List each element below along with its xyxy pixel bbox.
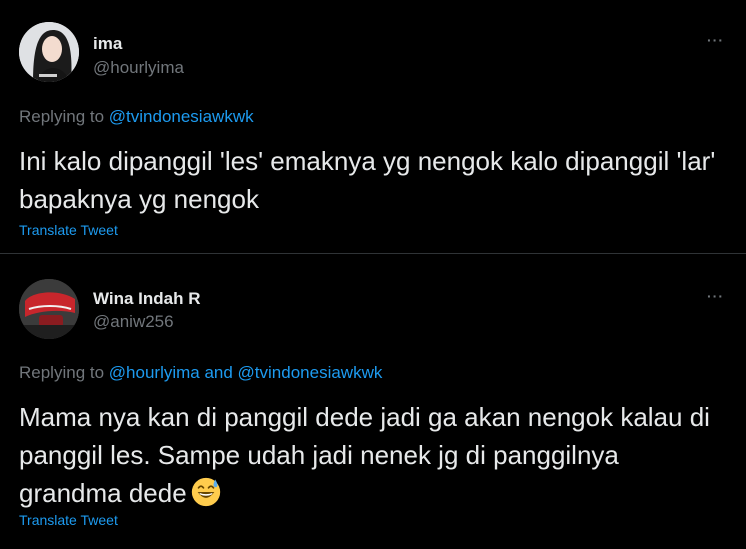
replying-to: Replying to @tvindonesiawkwk <box>19 107 254 127</box>
translate-tweet-link[interactable]: Translate Tweet <box>19 512 118 528</box>
profile-photo <box>19 22 79 82</box>
tweet-text: Mama nya kan di panggil dede jadi ga aka… <box>19 398 719 512</box>
user-handle[interactable]: @aniw256 <box>93 312 174 332</box>
grinning-face-with-sweat-icon <box>191 477 220 507</box>
translate-tweet-link[interactable]: Translate Tweet <box>19 222 118 238</box>
more-options-icon[interactable]: ··· <box>707 288 724 304</box>
user-handle[interactable]: @hourlyima <box>93 58 184 78</box>
tweet-reply-1: ima @hourlyima ··· Replying to @tvindone… <box>0 0 746 254</box>
reply-mention-link[interactable]: @hourlyima and @tvindonesiawkwk <box>109 363 383 382</box>
replying-to: Replying to @hourlyima and @tvindonesiaw… <box>19 363 382 383</box>
reply-mention-link[interactable]: @tvindonesiawkwk <box>109 107 254 126</box>
profile-photo <box>19 279 79 339</box>
replying-to-label: Replying to <box>19 107 109 126</box>
more-options-icon[interactable]: ··· <box>707 32 724 48</box>
divider <box>0 253 746 254</box>
avatar[interactable] <box>19 279 79 339</box>
tweet-text-content: Mama nya kan di panggil dede jadi ga aka… <box>19 402 710 508</box>
tweet-reply-2: Wina Indah R @aniw256 ··· Replying to @h… <box>0 256 746 549</box>
replying-to-label: Replying to <box>19 363 109 382</box>
tweet-text: Ini kalo dipanggil 'les' emaknya yg neng… <box>19 146 716 214</box>
avatar[interactable] <box>19 22 79 82</box>
display-name[interactable]: Wina Indah R <box>93 289 201 309</box>
display-name[interactable]: ima <box>93 34 122 54</box>
